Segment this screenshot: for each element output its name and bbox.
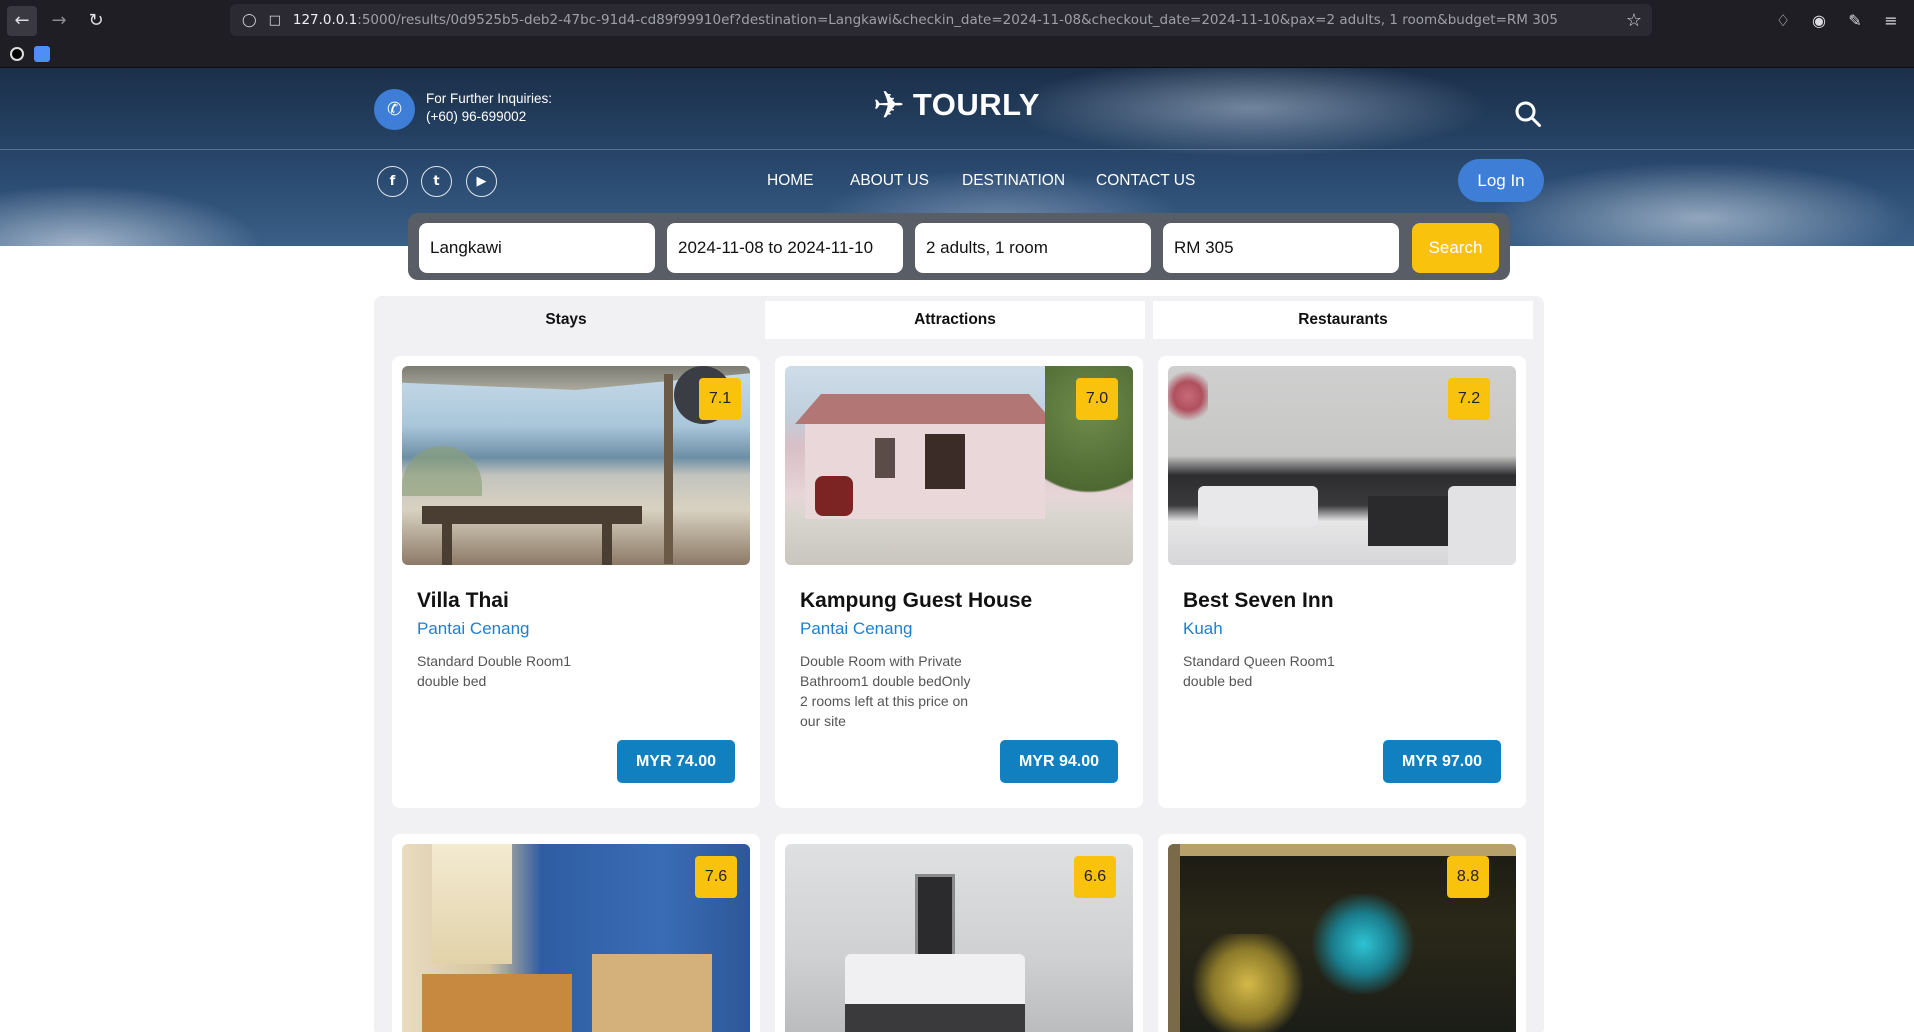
room-description: Standard Queen Room1 double bed	[1183, 653, 1335, 689]
stay-card[interactable]: 7.1 Villa Thai Pantai Cenang Standard Do…	[392, 356, 760, 808]
hotel-location[interactable]: Kuah	[1183, 619, 1223, 639]
bookmarks-bar	[0, 41, 1914, 68]
facebook-icon[interactable]: f	[377, 166, 408, 197]
nav-contact-us[interactable]: CONTACT US	[1096, 172, 1195, 190]
destination-input[interactable]: Langkawi	[419, 223, 655, 273]
dates-input[interactable]: 2024-11-08 to 2024-11-10	[667, 223, 903, 273]
shield-icon: ◯	[242, 12, 257, 28]
tab-attractions[interactable]: Attractions	[765, 301, 1145, 339]
room-description: Double Room with Private Bathroom1 doubl…	[800, 653, 971, 729]
reload-icon[interactable]: ↻	[81, 6, 111, 36]
pocket-icon[interactable]: ♢	[1774, 11, 1792, 30]
rating-badge: 7.0	[1076, 378, 1118, 420]
results-panel: Stays Attractions Restaurants 7.1 Villa …	[374, 296, 1544, 1032]
rating-badge: 8.8	[1447, 856, 1489, 898]
nav-home[interactable]: HOME	[767, 172, 814, 190]
rating-badge: 7.6	[695, 856, 737, 898]
stay-card[interactable]: 7.2 Best Seven Inn Kuah Standard Queen R…	[1158, 356, 1526, 808]
budget-input[interactable]: RM 305	[1163, 223, 1399, 273]
hotel-name[interactable]: Villa Thai	[417, 589, 509, 613]
pax-input[interactable]: 2 adults, 1 room	[915, 223, 1151, 273]
inquiry-phone: (+60) 96-699002	[426, 109, 527, 124]
search-button[interactable]: Search	[1412, 223, 1499, 273]
bookmark-docs-icon[interactable]	[34, 46, 50, 62]
header-divider	[0, 149, 1914, 150]
nav-about-us[interactable]: ABOUT US	[850, 172, 929, 190]
site-logo[interactable]: ✈ TOURLY	[873, 86, 1040, 124]
login-button[interactable]: Log In	[1458, 159, 1544, 202]
hotel-location[interactable]: Pantai Cenang	[417, 619, 529, 639]
extensions-icon[interactable]: ✎	[1846, 11, 1864, 30]
twitter-icon[interactable]: t	[421, 166, 452, 197]
airplane-icon: ✈	[873, 83, 905, 127]
tab-stays[interactable]: Stays	[376, 301, 756, 339]
url-host: 127.0.0.1	[292, 12, 358, 28]
bookmark-star-icon[interactable]: ☆	[1626, 10, 1642, 31]
hotel-photo	[402, 366, 750, 565]
inquiry-block: For Further Inquiries: (+60) 96-699002	[426, 91, 552, 124]
back-arrow-icon[interactable]: ←	[7, 5, 37, 36]
url-path: :5000/results/0d9525b5-deb2-47bc-91d4-cd…	[357, 12, 1558, 28]
hotel-name[interactable]: Best Seven Inn	[1183, 589, 1334, 613]
inquiry-label: For Further Inquiries:	[426, 91, 553, 106]
hotel-name[interactable]: Kampung Guest House	[800, 589, 1032, 613]
page-icon: □	[268, 12, 281, 28]
stay-card[interactable]: 7.6	[392, 834, 760, 1032]
stay-card[interactable]: 7.0 Kampung Guest House Pantai Cenang Do…	[775, 356, 1143, 808]
phone-icon: ✆	[374, 89, 415, 130]
stay-card[interactable]: 6.6	[775, 834, 1143, 1032]
logo-text: TOURLY	[912, 87, 1040, 122]
hotel-location[interactable]: Pantai Cenang	[800, 619, 912, 639]
browser-toolbar: ← → ↻ ◯ □ 127.0.0.1:5000/results/0d9525b…	[0, 0, 1914, 41]
price-button[interactable]: MYR 74.00	[616, 740, 735, 783]
bookmark-openai-icon[interactable]	[10, 47, 24, 61]
youtube-icon[interactable]: ▶	[466, 166, 497, 197]
menu-icon[interactable]: ≡	[1882, 11, 1900, 30]
tab-restaurants[interactable]: Restaurants	[1153, 301, 1533, 339]
address-bar[interactable]: ◯ □ 127.0.0.1:5000/results/0d9525b5-deb2…	[230, 4, 1652, 36]
search-icon[interactable]	[1514, 100, 1542, 128]
rating-badge: 7.2	[1448, 378, 1490, 420]
search-panel: Langkawi 2024-11-08 to 2024-11-10 2 adul…	[408, 213, 1510, 280]
price-button[interactable]: MYR 94.00	[999, 740, 1118, 783]
forward-arrow-icon[interactable]: →	[44, 6, 74, 36]
stay-card[interactable]: 8.8	[1158, 834, 1526, 1032]
rating-badge: 7.1	[699, 378, 741, 420]
room-description: Standard Double Room1 double bed	[417, 653, 572, 689]
account-icon[interactable]: ◉	[1810, 11, 1828, 30]
nav-destination[interactable]: DESTINATION	[962, 172, 1065, 190]
rating-badge: 6.6	[1074, 856, 1116, 898]
url-text: 127.0.0.1:5000/results/0d9525b5-deb2-47b…	[293, 12, 1558, 28]
price-button[interactable]: MYR 97.00	[1382, 740, 1501, 783]
